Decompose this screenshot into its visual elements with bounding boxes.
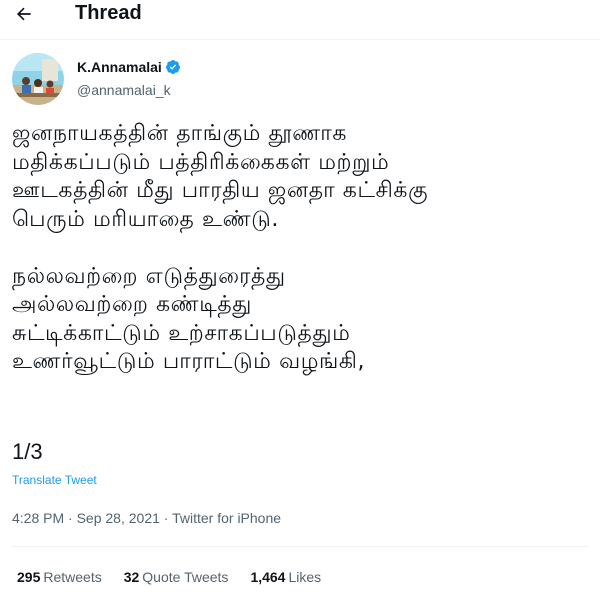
author-name[interactable]: K.Annamalai — [77, 58, 181, 76]
tweet-time-link[interactable]: 4:28 PM — [12, 510, 64, 526]
translate-tweet-link[interactable]: Translate Tweet — [12, 472, 97, 488]
profile-photo-icon — [12, 53, 64, 105]
tweet-line: சுட்டிக்காட்டும் உற்சாகப்படுத்தும் — [12, 320, 351, 346]
tweet-text: ஜனநாயகத்தின் தாங்கும் தூணாக மதிக்கப்படும… — [12, 120, 592, 377]
avatar[interactable] — [12, 53, 64, 105]
likes-stat[interactable]: 1,464 Likes — [250, 567, 321, 587]
thread-counter: 1/3 — [12, 439, 43, 464]
arrow-left-icon — [16, 7, 31, 21]
meta-separator: · — [159, 510, 173, 526]
tweet-source-link[interactable]: Twitter for iPhone — [172, 510, 281, 526]
tweet-stats: 295 Retweets 32 Quote Tweets 1,464 Likes — [17, 567, 321, 587]
thread-header: Thread — [0, 0, 600, 40]
divider — [12, 546, 588, 547]
tweet-line: நல்லவற்றை எடுத்துரைத்து — [12, 263, 286, 289]
quote-tweets-label: Quote Tweets — [142, 569, 229, 585]
quote-tweets-stat[interactable]: 32 Quote Tweets — [124, 567, 229, 587]
tweet-paragraph-gap — [12, 234, 592, 263]
tweet-line: உணர்வூட்டும் பாராட்டும் வழங்கி, — [12, 349, 366, 374]
page-title: Thread — [75, 2, 142, 24]
retweets-count: 295 — [17, 569, 41, 585]
retweets-label: Retweets — [43, 569, 102, 585]
quote-tweets-count: 32 — [123, 569, 140, 585]
tweet-line: அல்லவற்றை கண்டித்து — [12, 292, 252, 317]
tweet-date-link[interactable]: Sep 28, 2021 — [77, 510, 160, 526]
tweet-line: ஜனநாயகத்தின் தாங்கும் தூணாக — [12, 121, 348, 146]
verified-badge-icon — [165, 59, 181, 75]
author-handle[interactable]: @annamalai_k — [77, 81, 171, 99]
back-button[interactable] — [6, 0, 42, 28]
meta-separator: · — [64, 510, 77, 526]
likes-count: 1,464 — [250, 569, 286, 585]
tweet-line: ஊடகத்தின் மீது பாரதிய ஜனதா கட்சிக்கு — [12, 178, 429, 203]
retweets-stat[interactable]: 295 Retweets — [17, 567, 102, 587]
likes-label: Likes — [288, 569, 322, 585]
author-name-text: K.Annamalai — [77, 59, 162, 75]
tweet-line: பெரும் மரியாதை உண்டு. — [12, 206, 279, 232]
tweet-line: மதிக்கப்படும் பத்திரிக்கைகள் மற்றும் — [12, 149, 390, 175]
tweet-meta: 4:28 PM · Sep 28, 2021 · Twitter for iPh… — [12, 508, 281, 528]
